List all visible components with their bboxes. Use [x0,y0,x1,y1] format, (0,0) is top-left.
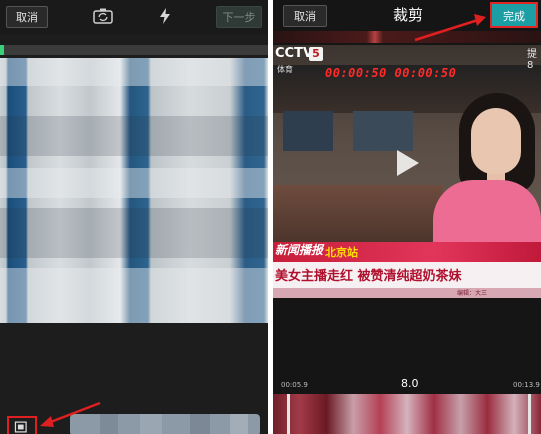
done-button[interactable]: 完成 [490,2,538,28]
corner-text: 提 8 [527,49,537,71]
cancel-button[interactable]: 取消 [283,5,327,27]
right-screenshot-panel: 取消 裁剪 完成 CCTV 5 体育 00:00:50 00:00:50 提 8… [273,0,541,434]
trim-duration: 8.0 [401,377,419,390]
channel-number: 5 [309,47,323,61]
preview-band [0,58,268,86]
left-progress-indicator [0,45,4,55]
ticker-city: 北京站 [325,246,358,259]
ticker-headline: 美女主播走红 被赞清纯超奶茶妹 [275,269,462,284]
channel-logo-text: CCTV [275,46,314,61]
channel-subtitle: 体育 [277,65,293,74]
trim-end-time: 00:13.9 [513,381,540,389]
trim-start-time: 00:05.9 [281,381,308,389]
cancel-button[interactable]: 取消 [6,6,48,28]
preview-band [0,208,268,258]
page-title: 裁剪 [392,6,423,24]
preview-band [0,168,268,198]
preview-band [0,116,268,156]
studio-desk [273,185,443,245]
news-ticker-footer [273,288,541,298]
ticker-credit: 编辑：大三 [457,290,488,297]
crop-range-strip[interactable] [273,31,541,43]
preview-band [0,268,268,323]
clip-select-icon[interactable] [7,416,37,434]
crop-top-bar: 取消 裁剪 完成 [273,0,541,30]
next-step-button[interactable]: 下一步 [216,6,262,28]
left-progress-strip [0,45,268,55]
blurred-video-preview [0,58,268,323]
trim-handles[interactable] [287,394,531,434]
left-thumbnail-strip[interactable] [70,414,260,434]
studio-screen [353,111,413,151]
video-preview[interactable]: CCTV 5 体育 00:00:50 00:00:50 提 8 新闻播报 北京站… [273,45,541,298]
channel-logo: CCTV 5 体育 [273,45,323,74]
camera-switch-icon[interactable] [93,7,113,25]
left-top-bar: 取消 下一步 [0,0,268,34]
left-screenshot-panel: 取消 下一步 [0,0,268,434]
news-anchor [471,108,521,174]
ticker-tag: 新闻播报 [275,243,324,257]
flash-icon[interactable] [158,7,172,25]
video-timecode: 00:00:50 00:00:50 [325,66,457,80]
studio-screen [283,111,333,151]
play-icon[interactable] [397,150,419,176]
